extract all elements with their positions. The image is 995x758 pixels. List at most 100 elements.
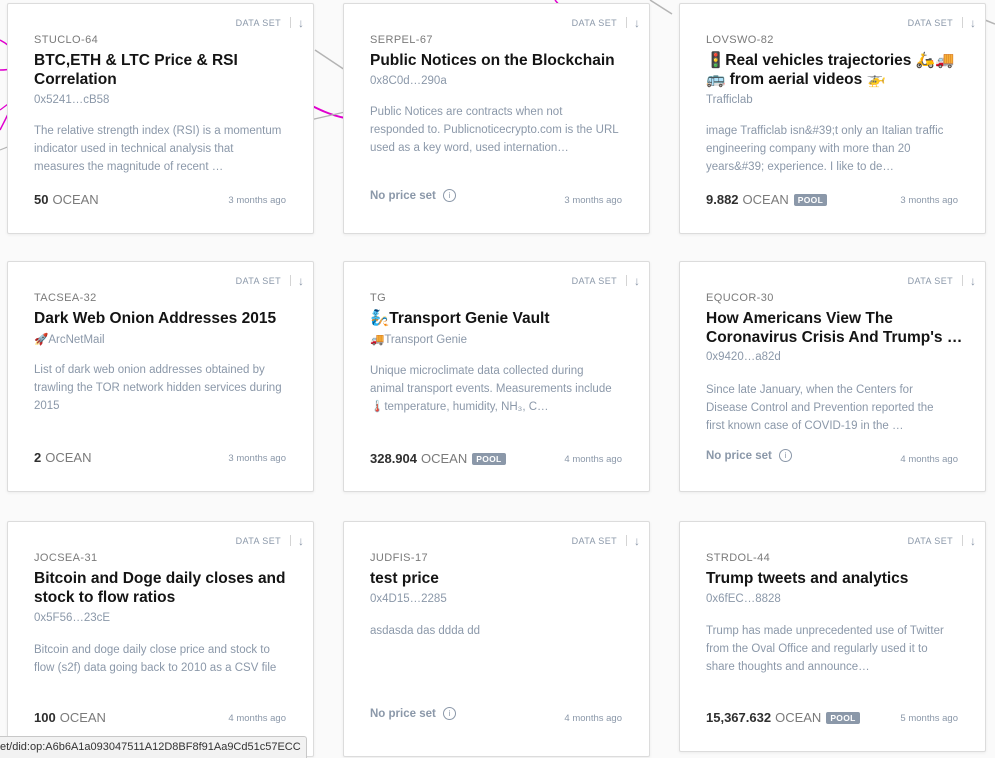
asset-type-label: DATA SET bbox=[235, 275, 281, 286]
asset-type-label: DATA SET bbox=[571, 275, 617, 286]
download-icon: ↓ bbox=[298, 533, 304, 548]
price: 100 OCEAN bbox=[34, 710, 106, 725]
publish-date: 4 months ago bbox=[228, 713, 286, 724]
info-icon[interactable]: i bbox=[442, 189, 456, 202]
owner-address[interactable]: 0x8C0d…290a bbox=[370, 75, 447, 87]
dataset-description: List of dark web onion addresses obtaine… bbox=[34, 364, 282, 412]
owner-name[interactable]: 🚚Transport Genie bbox=[370, 332, 467, 346]
price-unit: OCEAN bbox=[52, 192, 99, 207]
dataset-description: Bitcoin and doge daily close price and s… bbox=[34, 644, 277, 674]
download-icon: ↓ bbox=[634, 15, 640, 30]
dataset-card[interactable]: DATA SET ↓ SERPEL-67 Public Notices on th… bbox=[343, 3, 650, 234]
dataset-title[interactable]: Bitcoin and Doge daily closes and stock … bbox=[34, 569, 293, 607]
price-unit: OCEAN bbox=[742, 192, 789, 207]
dataset-title[interactable]: Dark Web Onion Addresses 2015 bbox=[34, 309, 293, 328]
owner-address[interactable]: 0x5241…cB58 bbox=[34, 94, 109, 106]
download-icon: ↓ bbox=[298, 15, 304, 30]
asset-type-label: DATA SET bbox=[571, 535, 617, 546]
price-value: 328.904 bbox=[370, 451, 417, 466]
price-unit: OCEAN bbox=[59, 710, 106, 725]
token-symbol: EQUCOR-30 bbox=[706, 292, 774, 304]
token-symbol: JOCSEA-31 bbox=[34, 552, 98, 564]
price-value: 2 bbox=[34, 450, 42, 465]
publish-date: 4 months ago bbox=[564, 713, 622, 724]
dataset-card[interactable]: DATA SET ↓ TG 🧞Transport Genie Vault 🚚Tra… bbox=[343, 261, 650, 492]
asset-type-label: DATA SET bbox=[907, 275, 953, 286]
publish-date: 3 months ago bbox=[228, 195, 286, 206]
publish-date: 5 months ago bbox=[900, 713, 958, 724]
dataset-description: The relative strength index (RSI) is a m… bbox=[34, 125, 282, 173]
pool-badge: POOL bbox=[826, 711, 860, 724]
download-icon: ↓ bbox=[970, 15, 976, 30]
background-line bbox=[314, 49, 346, 71]
owner-address[interactable]: 0x5F56…23cE bbox=[34, 612, 110, 624]
dataset-description: Since late January, when the Centers for… bbox=[706, 384, 934, 432]
dataset-card[interactable]: DATA SET ↓ LOVSWO-82 🚦Real vehicles traje… bbox=[679, 3, 986, 234]
dataset-card[interactable]: DATA SET ↓ TACSEA-32 Dark Web Onion Addre… bbox=[7, 261, 314, 492]
token-symbol: STRDOL-44 bbox=[706, 552, 771, 564]
dataset-card[interactable]: DATA SET ↓ STRDOL-44 Trump tweets and ana… bbox=[679, 521, 986, 752]
dataset-title[interactable]: Public Notices on the Blockchain bbox=[370, 51, 629, 70]
no-price-label: No price set i bbox=[370, 189, 456, 202]
asset-type-label: DATA SET bbox=[907, 17, 953, 28]
info-icon[interactable]: i bbox=[778, 449, 792, 462]
price: 50 OCEAN bbox=[34, 192, 99, 207]
owner-address[interactable]: 0x9420…a82d bbox=[706, 351, 781, 363]
price: 328.904 OCEAN POOL bbox=[370, 451, 506, 466]
asset-type-label: DATA SET bbox=[907, 535, 953, 546]
info-icon[interactable]: i bbox=[442, 707, 456, 720]
dataset-card[interactable]: DATA SET ↓ EQUCOR-30 How Americans View T… bbox=[679, 261, 986, 492]
publish-date: 3 months ago bbox=[564, 195, 622, 206]
price-unit: OCEAN bbox=[45, 450, 92, 465]
owner-address[interactable]: 0x4D15…2285 bbox=[370, 593, 447, 605]
dataset-title[interactable]: BTC,ETH & LTC Price & RSI Correlation bbox=[34, 51, 293, 89]
background-line bbox=[984, 19, 995, 25]
dataset-description: Public Notices are contracts when not re… bbox=[370, 106, 619, 154]
dataset-title[interactable]: test price bbox=[370, 569, 629, 588]
no-price-label: No price set i bbox=[370, 707, 456, 720]
price: 15,367.632 OCEAN POOL bbox=[706, 710, 860, 725]
token-symbol: LOVSWO-82 bbox=[706, 34, 774, 46]
background-line bbox=[649, 0, 673, 15]
dataset-description: Unique microclimate data collected durin… bbox=[370, 365, 612, 413]
publish-date: 4 months ago bbox=[900, 454, 958, 465]
dataset-title[interactable]: Trump tweets and analytics bbox=[706, 569, 965, 588]
asset-type-label: DATA SET bbox=[235, 17, 281, 28]
download-icon: ↓ bbox=[970, 273, 976, 288]
price-value: 15,367.632 bbox=[706, 710, 772, 725]
asset-type-label: DATA SET bbox=[235, 535, 281, 546]
status-bar-url: et/did:op:A6b6A1a093047511A12D8BF8f91Aa9… bbox=[0, 736, 307, 758]
publish-date: 3 months ago bbox=[228, 453, 286, 464]
download-icon: ↓ bbox=[634, 533, 640, 548]
price: 9.882 OCEAN POOL bbox=[706, 192, 828, 207]
dataset-description: Trump has made unprecedented use of Twit… bbox=[706, 625, 944, 673]
pool-badge: POOL bbox=[472, 452, 506, 465]
publish-date: 3 months ago bbox=[900, 195, 958, 206]
dataset-title[interactable]: How Americans View The Coronavirus Crisi… bbox=[706, 309, 965, 347]
dataset-card[interactable]: DATA SET ↓ JOCSEA-31 Bitcoin and Doge dai… bbox=[7, 521, 314, 757]
price-value: 100 bbox=[34, 710, 56, 725]
dataset-description: asdasda das ddda dd bbox=[370, 625, 480, 637]
price-unit: OCEAN bbox=[421, 451, 468, 466]
price: 2 OCEAN bbox=[34, 450, 91, 465]
price-value: 50 bbox=[34, 192, 49, 207]
token-symbol: TG bbox=[370, 292, 387, 304]
no-price-label: No price set i bbox=[706, 449, 792, 462]
publish-date: 4 months ago bbox=[564, 454, 622, 465]
dataset-card[interactable]: DATA SET ↓ JUDFIS-17 test price 0x4D15…22… bbox=[343, 521, 650, 757]
dataset-title[interactable]: 🚦Real vehicles trajectories 🛵🚚🚌 from aer… bbox=[706, 51, 965, 89]
dataset-description: image Trafficlab isn&#39;t only an Itali… bbox=[706, 125, 944, 173]
dataset-card[interactable]: DATA SET ↓ STUCLO-64 BTC,ETH & LTC Price … bbox=[7, 3, 314, 234]
owner-address[interactable]: 0x6fEC…8828 bbox=[706, 593, 781, 605]
download-icon: ↓ bbox=[970, 533, 976, 548]
price-value: 9.882 bbox=[706, 192, 739, 207]
token-symbol: TACSEA-32 bbox=[34, 292, 97, 304]
pool-badge: POOL bbox=[793, 193, 828, 206]
token-symbol: SERPEL-67 bbox=[370, 34, 433, 46]
token-symbol: JUDFIS-17 bbox=[370, 552, 428, 564]
download-icon: ↓ bbox=[298, 273, 304, 288]
owner-name[interactable]: Trafficlab bbox=[706, 94, 753, 106]
dataset-title[interactable]: 🧞Transport Genie Vault bbox=[370, 309, 629, 328]
download-icon: ↓ bbox=[634, 273, 640, 288]
owner-name[interactable]: 🚀ArcNetMail bbox=[34, 332, 105, 346]
